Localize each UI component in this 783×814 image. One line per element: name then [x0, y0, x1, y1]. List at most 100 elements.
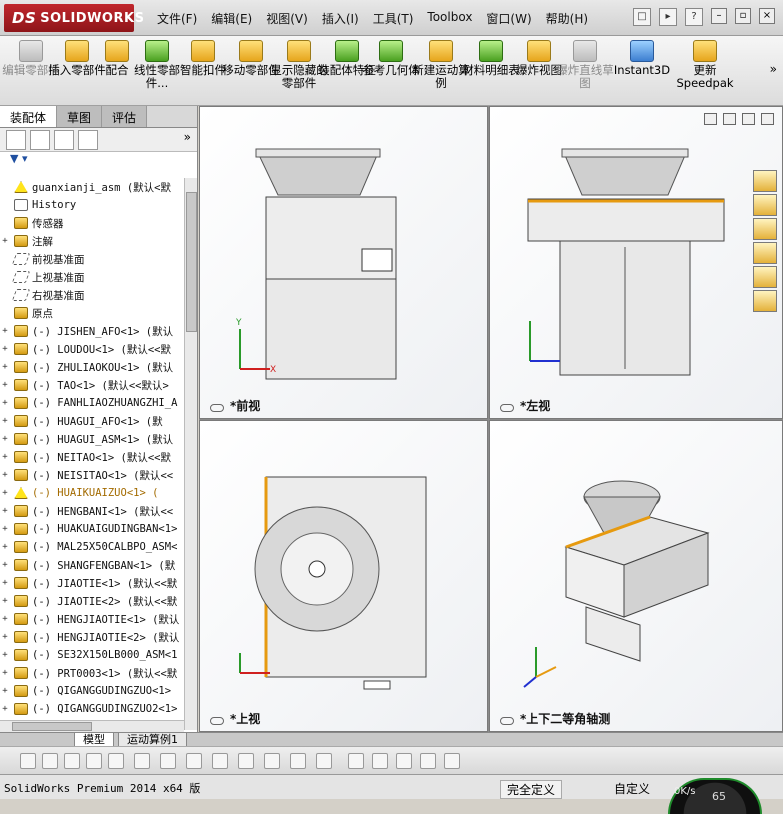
tree-node[interactable]: 右视基准面 [0, 286, 184, 304]
tree-node[interactable]: 上视基准面 [0, 268, 184, 286]
expand-toggle-icon[interactable]: + [0, 344, 10, 354]
more-commands-icon[interactable]: » [770, 62, 777, 76]
menu-help[interactable]: 帮助(H) [539, 10, 595, 28]
tree-node[interactable]: + (-) HENGJIAOTIE<2> (默认 [0, 628, 184, 646]
angle-tool-icon[interactable] [316, 753, 332, 769]
design-library-icon[interactable] [753, 194, 777, 216]
configuration-manager-icon[interactable] [54, 130, 74, 150]
expand-toggle-icon[interactable]: + [0, 434, 10, 444]
tree-node[interactable]: + (-) HUAKUAIGUDINGBAN<1> [0, 520, 184, 538]
expand-toggle-icon[interactable]: + [0, 650, 10, 660]
expand-toggle-icon[interactable]: + [0, 326, 10, 336]
menu-edit[interactable]: 编辑(E) [204, 10, 259, 28]
appearances-icon[interactable] [753, 266, 777, 288]
minimize-icon[interactable]: – [711, 8, 727, 24]
feature-manager-icon[interactable] [6, 130, 26, 150]
tree-node[interactable]: + (-) HENGBANI<1> (默认<< [0, 502, 184, 520]
corner-tool-icon[interactable] [238, 753, 254, 769]
help-icon[interactable]: ? [685, 8, 703, 26]
custom-properties-icon[interactable] [753, 290, 777, 312]
menu-file[interactable]: 文件(F) [150, 10, 204, 28]
new-document-icon[interactable]: □ [633, 8, 651, 26]
expand-toggle-icon[interactable]: + [0, 398, 10, 408]
expand-toggle-icon[interactable]: + [0, 596, 10, 606]
instant3d-button[interactable]: Instant3D [610, 40, 674, 77]
tab-model[interactable]: 模型 [74, 733, 114, 747]
tree-horizontal-scrollbar[interactable] [0, 720, 184, 732]
fillet-tool-icon[interactable] [186, 753, 202, 769]
tree-node[interactable]: 传感器 [0, 214, 184, 232]
tree-node[interactable]: + (-) JIAOTIE<2> (默认<<默 [0, 592, 184, 610]
box-icon[interactable] [420, 753, 436, 769]
circle-tool-icon[interactable] [42, 753, 58, 769]
view-palette-icon[interactable] [753, 242, 777, 264]
chamfer-tool-icon[interactable] [212, 753, 228, 769]
tree-node[interactable]: History [0, 196, 184, 214]
tree-node[interactable]: + (-) JIAOTIE<1> (默认<<默 [0, 574, 184, 592]
view-link-icon[interactable] [500, 404, 514, 412]
tree-node[interactable]: + (-) NEITAO<1> (默认<<默 [0, 448, 184, 466]
tree-node[interactable]: + (-) HUAGUI_AFO<1> (默 [0, 412, 184, 430]
tree-node[interactable]: + (-) SE32X150LB000_ASM<1 [0, 646, 184, 664]
menu-tools[interactable]: 工具(T) [366, 10, 421, 28]
tree-node[interactable]: + (-) LOUDOU<1> (默认<<默 [0, 340, 184, 358]
expand-toggle-icon[interactable]: + [0, 452, 10, 462]
solid-icon[interactable] [444, 753, 460, 769]
tree-node[interactable]: guanxianji_asm (默认<默 [0, 178, 184, 196]
tree-node[interactable]: + (-) HUAGUI_ASM<1> (默认 [0, 430, 184, 448]
solidworks-logo[interactable]: DS SOLIDWORKS [4, 4, 144, 32]
arc-tool-icon[interactable] [64, 753, 80, 769]
expand-toggle-icon[interactable]: + [0, 362, 10, 372]
tree-node[interactable]: + (-) ZHULIAOKOU<1> (默认 [0, 358, 184, 376]
update-speedpak-button[interactable]: 更新Speedpak [676, 40, 734, 90]
tree-node[interactable]: 原点 [0, 304, 184, 322]
solidworks-resources-icon[interactable] [753, 170, 777, 192]
explode-line-sketch-button[interactable]: 爆炸直线草图 [556, 40, 614, 90]
expand-panel-icon[interactable]: » [184, 130, 191, 149]
expand-toggle-icon[interactable]: + [0, 380, 10, 390]
expand-toggle-icon[interactable]: + [0, 470, 10, 480]
dimension-tool-icon[interactable] [264, 753, 280, 769]
display-manager-icon[interactable] [78, 130, 98, 150]
tree-node[interactable]: + (-) MAL25X50CALBPO_ASM< [0, 538, 184, 556]
view-link-icon[interactable] [500, 717, 514, 725]
viewport-front[interactable]: Y X *前视 [199, 106, 488, 419]
expand-toggle-icon[interactable]: + [0, 578, 10, 588]
expand-toggle-icon[interactable]: + [0, 416, 10, 426]
menu-window[interactable]: 窗口(W) [479, 10, 538, 28]
menu-insert[interactable]: 插入(I) [315, 10, 366, 28]
view-close-icon[interactable] [761, 113, 774, 125]
tree-node[interactable]: + (-) HUAIKUAIZUO<1> ( [0, 484, 184, 502]
tree-node[interactable]: + (-) PRT0003<1> (默认<<默 [0, 664, 184, 682]
menu-view[interactable]: 视图(V) [259, 10, 315, 28]
units-selector[interactable]: 自定义 [614, 780, 650, 797]
relation-tool-icon[interactable] [290, 753, 306, 769]
expand-toggle-icon[interactable]: + [0, 560, 10, 570]
part-icon[interactable] [348, 753, 364, 769]
tab-evaluate[interactable]: 评估 [102, 106, 148, 127]
tree-node[interactable]: + (-) QIGANGGUDINGZUO<1> [0, 682, 184, 700]
expand-toggle-icon[interactable]: + [0, 506, 10, 516]
view-link-toggle-icon[interactable] [723, 113, 736, 125]
expand-toggle-icon[interactable]: + [0, 632, 10, 642]
property-manager-icon[interactable] [30, 130, 50, 150]
view-link-icon[interactable] [210, 404, 224, 412]
mirror-tool-icon[interactable] [160, 753, 176, 769]
tree-node[interactable]: + (-) JISHEN_AFO<1> (默认 [0, 322, 184, 340]
tree-node[interactable]: + (-) NEISITAO<1> (默认<< [0, 466, 184, 484]
scroll-thumb[interactable] [12, 722, 92, 731]
axis-icon[interactable] [372, 753, 388, 769]
expand-toggle-icon[interactable]: + [0, 614, 10, 624]
tab-motion-study[interactable]: 运动算例1 [118, 733, 187, 747]
open-folder-icon[interactable]: ▸ [659, 8, 677, 26]
graphics-area[interactable]: Y X *前视 *左视 *上视 *上下二等角轴测 [199, 106, 783, 732]
tree-node[interactable]: + (-) TAO<1> (默认<<默认> [0, 376, 184, 394]
expand-toggle-icon[interactable]: + [0, 524, 10, 534]
tree-node[interactable]: 前视基准面 [0, 250, 184, 268]
menu-toolbox[interactable]: Toolbox [420, 10, 479, 28]
tree-node[interactable]: + (-) HENGJIAOTIE<1> (默认 [0, 610, 184, 628]
scroll-thumb[interactable] [186, 192, 197, 332]
tree-node[interactable]: + (-) FANHLIAOZHUANGZHI_A [0, 394, 184, 412]
tab-sketch[interactable]: 草图 [57, 106, 103, 127]
viewport-isometric[interactable]: *上下二等角轴测 [489, 420, 783, 732]
